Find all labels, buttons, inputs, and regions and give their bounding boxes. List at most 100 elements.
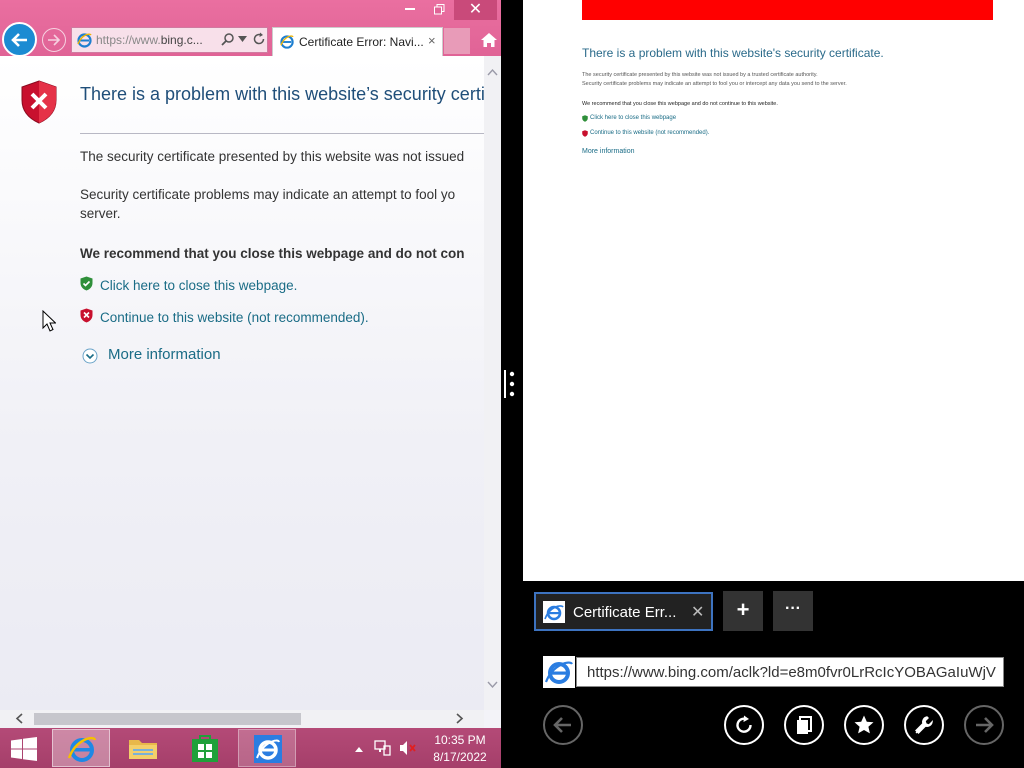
shield-error-icon bbox=[21, 80, 57, 124]
wrench-icon bbox=[915, 716, 934, 734]
arrow-left-icon bbox=[553, 717, 571, 733]
clock-date[interactable]: 8/17/2022 bbox=[426, 750, 494, 764]
network-icon[interactable] bbox=[374, 740, 392, 756]
pages-icon bbox=[797, 716, 812, 734]
star-icon bbox=[854, 715, 874, 734]
back-button[interactable] bbox=[2, 22, 37, 57]
address-text: https://www.bing.c... bbox=[96, 33, 203, 47]
tab-certificate-error[interactable]: Certificate Err... ✕ bbox=[534, 592, 713, 631]
scroll-up-icon[interactable] bbox=[487, 68, 498, 76]
desktop-ie-window: ✕ https://www.bing.c... Certificate Erro… bbox=[0, 0, 501, 728]
vertical-scrollbar[interactable] bbox=[484, 56, 501, 710]
taskbar: 10:35 PM 8/17/2022 bbox=[0, 728, 501, 768]
metro-ie-page: There is a problem with this website's s… bbox=[523, 0, 1024, 581]
red-banner bbox=[582, 0, 993, 20]
search-icon[interactable] bbox=[221, 32, 235, 46]
clock-time[interactable]: 10:35 PM bbox=[426, 733, 494, 747]
more-information-label: More information bbox=[108, 346, 221, 363]
address-text: https://www.bing.com/aclk?ld=e8m0fvr0LrR… bbox=[587, 664, 997, 681]
scroll-down-icon[interactable] bbox=[487, 681, 498, 689]
close-webpage-label: Click here to close this webpage. bbox=[100, 278, 298, 293]
arrow-left-icon bbox=[11, 33, 27, 47]
close-webpage-label: Click here to close this webpage bbox=[590, 115, 677, 121]
tab-tools-button[interactable]: ··· bbox=[773, 591, 813, 631]
folder-icon bbox=[129, 740, 157, 759]
forward-button[interactable] bbox=[964, 705, 1004, 745]
new-tab-button[interactable]: + bbox=[723, 591, 763, 631]
taskbar-ie-button[interactable] bbox=[52, 729, 110, 767]
taskbar-file-explorer-button[interactable] bbox=[114, 729, 172, 767]
arrow-right-icon bbox=[48, 34, 61, 46]
new-tab-button[interactable] bbox=[444, 28, 470, 54]
restore-icon bbox=[433, 4, 444, 15]
page-title: There is a problem with this website’s s… bbox=[80, 84, 494, 104]
description-paragraph: The security certificate presented by th… bbox=[582, 72, 818, 78]
shield-check-icon bbox=[80, 276, 93, 291]
address-scheme: https://www. bbox=[96, 33, 161, 47]
ie-logo-icon bbox=[77, 33, 92, 48]
page-title: There is a problem with this website's s… bbox=[582, 46, 884, 60]
pin-button[interactable] bbox=[784, 705, 824, 745]
minimize-button[interactable] bbox=[396, 0, 424, 20]
back-button[interactable] bbox=[543, 705, 583, 745]
splitter-grip-icon[interactable] bbox=[509, 371, 515, 397]
refresh-button[interactable] bbox=[724, 705, 764, 745]
warning-paragraph: Security certificate problems may indica… bbox=[582, 81, 847, 87]
scrollbar-thumb[interactable] bbox=[34, 713, 301, 725]
warning-paragraph: Security certificate problems may indica… bbox=[80, 187, 456, 202]
restore-button[interactable] bbox=[425, 0, 453, 20]
mouse-pointer-icon bbox=[42, 310, 56, 332]
horizontal-scrollbar[interactable] bbox=[0, 710, 484, 728]
shield-error-icon bbox=[80, 308, 93, 323]
error-page-content: There is a problem with this website’s s… bbox=[0, 56, 494, 710]
recommendation-text: We recommend that you close this webpage… bbox=[80, 246, 465, 261]
arrow-right-icon bbox=[976, 717, 994, 733]
tab-close-button[interactable]: ✕ bbox=[691, 602, 704, 622]
warning-paragraph-continuation: server. bbox=[80, 206, 121, 221]
continue-website-label: Continue to this website (not recommende… bbox=[590, 130, 710, 136]
address-bar[interactable]: https://www.bing.com/aclk?ld=e8m0fvr0LrR… bbox=[576, 657, 1004, 687]
taskbar-ie-modern-button[interactable] bbox=[238, 729, 296, 767]
show-hidden-icons-icon[interactable] bbox=[354, 745, 364, 753]
tab-title: Certificate Err... bbox=[573, 604, 677, 621]
splitter-bar[interactable] bbox=[504, 370, 506, 398]
windows-start-icon[interactable] bbox=[10, 737, 38, 761]
title-bar: ✕ https://www.bing.c... Certificate Erro… bbox=[0, 0, 501, 57]
metro-app-bar: Certificate Err... ✕ + ··· https://www.b… bbox=[523, 581, 1024, 768]
scroll-left-icon[interactable] bbox=[15, 713, 23, 724]
home-button[interactable] bbox=[478, 28, 500, 52]
system-tray bbox=[350, 738, 420, 760]
more-information-link[interactable]: More information bbox=[582, 148, 635, 155]
address-host: bing.c... bbox=[160, 33, 203, 47]
continue-website-label: Continue to this website (not recommende… bbox=[100, 310, 369, 325]
shield-check-icon bbox=[582, 115, 588, 122]
tab-close-button[interactable]: × bbox=[428, 33, 436, 48]
scroll-right-icon[interactable] bbox=[456, 713, 464, 724]
address-bar[interactable]: https://www.bing.c... bbox=[71, 27, 268, 53]
screen: ✕ https://www.bing.c... Certificate Erro… bbox=[0, 0, 1024, 768]
close-window-button[interactable]: ✕ bbox=[454, 0, 497, 20]
ie-modern-icon bbox=[254, 735, 282, 763]
refresh-icon[interactable] bbox=[252, 32, 266, 46]
page-tools-button[interactable] bbox=[904, 705, 944, 745]
favorites-button[interactable] bbox=[844, 705, 884, 745]
volume-muted-icon[interactable] bbox=[399, 740, 417, 756]
ie-logo-icon bbox=[543, 601, 565, 623]
taskbar-store-button[interactable] bbox=[176, 729, 234, 767]
ie-logo-icon bbox=[543, 656, 575, 688]
shield-error-icon bbox=[582, 130, 588, 137]
tab-title: Certificate Error: Navi... bbox=[299, 35, 424, 49]
minimize-icon bbox=[405, 8, 415, 10]
chevron-down-circle-icon bbox=[82, 348, 98, 364]
store-icon bbox=[192, 735, 218, 762]
chevron-down-icon[interactable] bbox=[238, 36, 247, 42]
description-paragraph: The security certificate presented by th… bbox=[80, 149, 465, 164]
ie-logo-icon bbox=[280, 35, 294, 49]
forward-button[interactable] bbox=[42, 28, 66, 52]
refresh-icon bbox=[736, 715, 752, 733]
home-icon bbox=[481, 33, 497, 47]
recommendation-text: We recommend that you close this webpage… bbox=[582, 101, 778, 107]
tab-certificate-error[interactable]: Certificate Error: Navi... × bbox=[272, 27, 443, 56]
divider bbox=[80, 133, 484, 134]
ie-logo-icon bbox=[67, 736, 97, 762]
